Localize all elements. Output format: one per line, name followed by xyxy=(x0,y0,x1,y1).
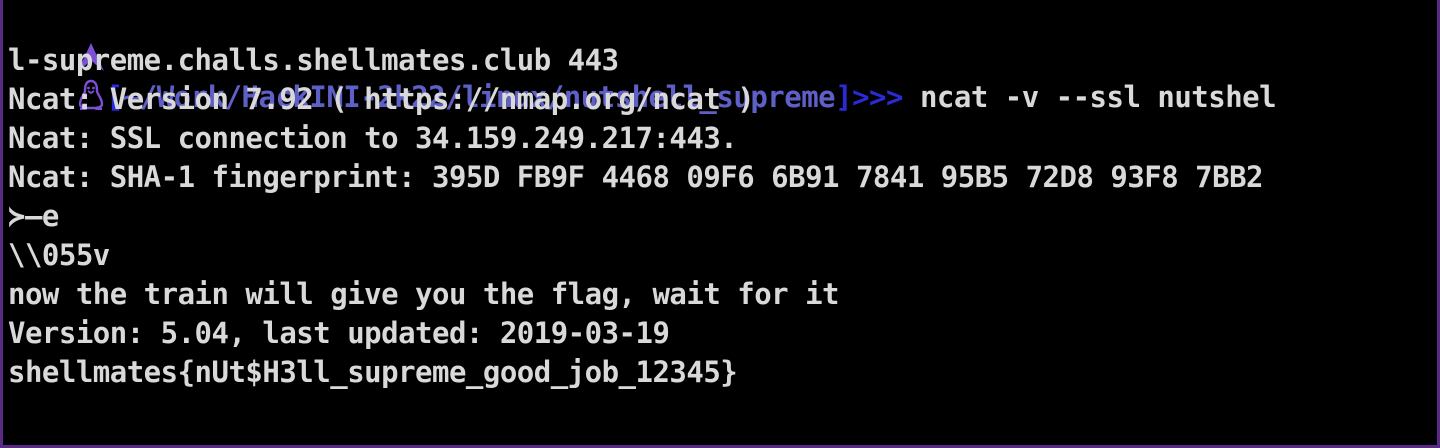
output-line: Ncat: Version 7.92 ( https://nmap.org/nc… xyxy=(8,82,755,116)
command-line: [~/Work/HackINI-2k22/linux/nutshell_supr… xyxy=(8,0,1277,114)
output-line: now the train will give you the flag, wa… xyxy=(8,277,840,311)
output-line: Ncat: SSL connection to 34.159.249.217:4… xyxy=(8,121,738,155)
output-line: \\055v xyxy=(8,238,110,272)
flag-output-line: shellmates{nUt$H3ll_supreme_good_job_123… xyxy=(8,355,738,389)
output-line: ≻—e xyxy=(8,199,59,233)
terminal-window[interactable]: [~/Work/HackINI-2k22/linux/nutshell_supr… xyxy=(3,0,1437,445)
output-line: Version: 5.04, last updated: 2019-03-19 xyxy=(8,316,670,350)
command-continuation: l-supreme.challs.shellmates.club 443 xyxy=(8,43,619,77)
command-text: ncat -v --ssl nutshel xyxy=(902,80,1277,114)
prompt-symbol: >>> xyxy=(852,80,903,114)
output-line: Ncat: SHA-1 fingerprint: 395D FB9F 4468 … xyxy=(8,160,1264,194)
prompt-close-bracket: ] xyxy=(835,80,853,114)
